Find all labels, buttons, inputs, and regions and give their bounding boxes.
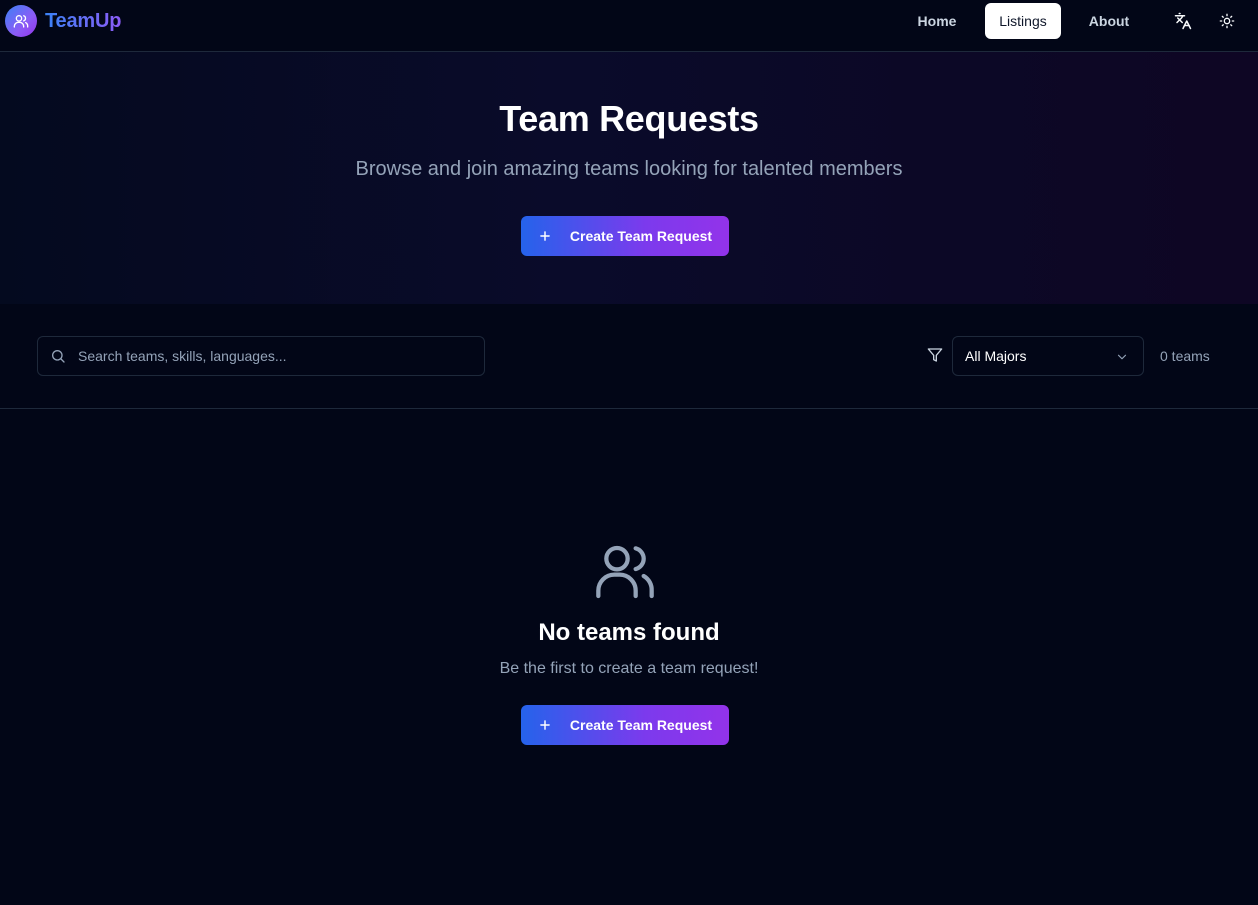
create-team-request-label: Create Team Request: [569, 717, 713, 733]
filter-bar: All Majors 0 teams: [0, 304, 1258, 409]
hero-section: Team Requests Browse and join amazing te…: [0, 52, 1258, 304]
nav-item-about[interactable]: About: [1078, 3, 1140, 39]
plus-icon: [538, 718, 552, 732]
empty-state-title: No teams found: [538, 619, 720, 646]
major-select[interactable]: All Majors: [952, 336, 1144, 376]
filter-icon: [927, 347, 943, 363]
nav-item-home[interactable]: Home: [906, 3, 968, 39]
create-team-request-button-empty[interactable]: Create Team Request: [521, 705, 729, 745]
search-input[interactable]: [78, 337, 478, 375]
brand-home-link[interactable]: TeamUp: [5, 5, 121, 37]
page-subtitle: Browse and join amazing teams looking fo…: [355, 158, 903, 180]
empty-state-subtitle: Be the first to create a team request!: [499, 660, 759, 677]
create-team-request-label: Create Team Request: [569, 228, 713, 244]
team-count: 0 teams: [1160, 348, 1210, 364]
chevron-down-icon: [1115, 350, 1129, 364]
translate-icon: [1174, 12, 1192, 30]
users-icon: [593, 540, 657, 604]
users-icon: [5, 5, 37, 37]
language-toggle-button[interactable]: [1167, 5, 1199, 37]
create-team-request-button[interactable]: Create Team Request: [521, 216, 729, 256]
brand-name: TeamUp: [45, 9, 122, 32]
theme-toggle-button[interactable]: [1211, 5, 1243, 37]
plus-icon: [538, 229, 552, 243]
search-field[interactable]: [37, 336, 485, 376]
search-icon: [50, 348, 66, 364]
major-select-value: All Majors: [965, 348, 1027, 364]
page-title: Team Requests: [499, 98, 759, 139]
nav-item-listings[interactable]: Listings: [985, 3, 1061, 39]
top-navbar: TeamUp Home Listings About: [0, 0, 1258, 52]
sun-icon: [1219, 13, 1235, 29]
